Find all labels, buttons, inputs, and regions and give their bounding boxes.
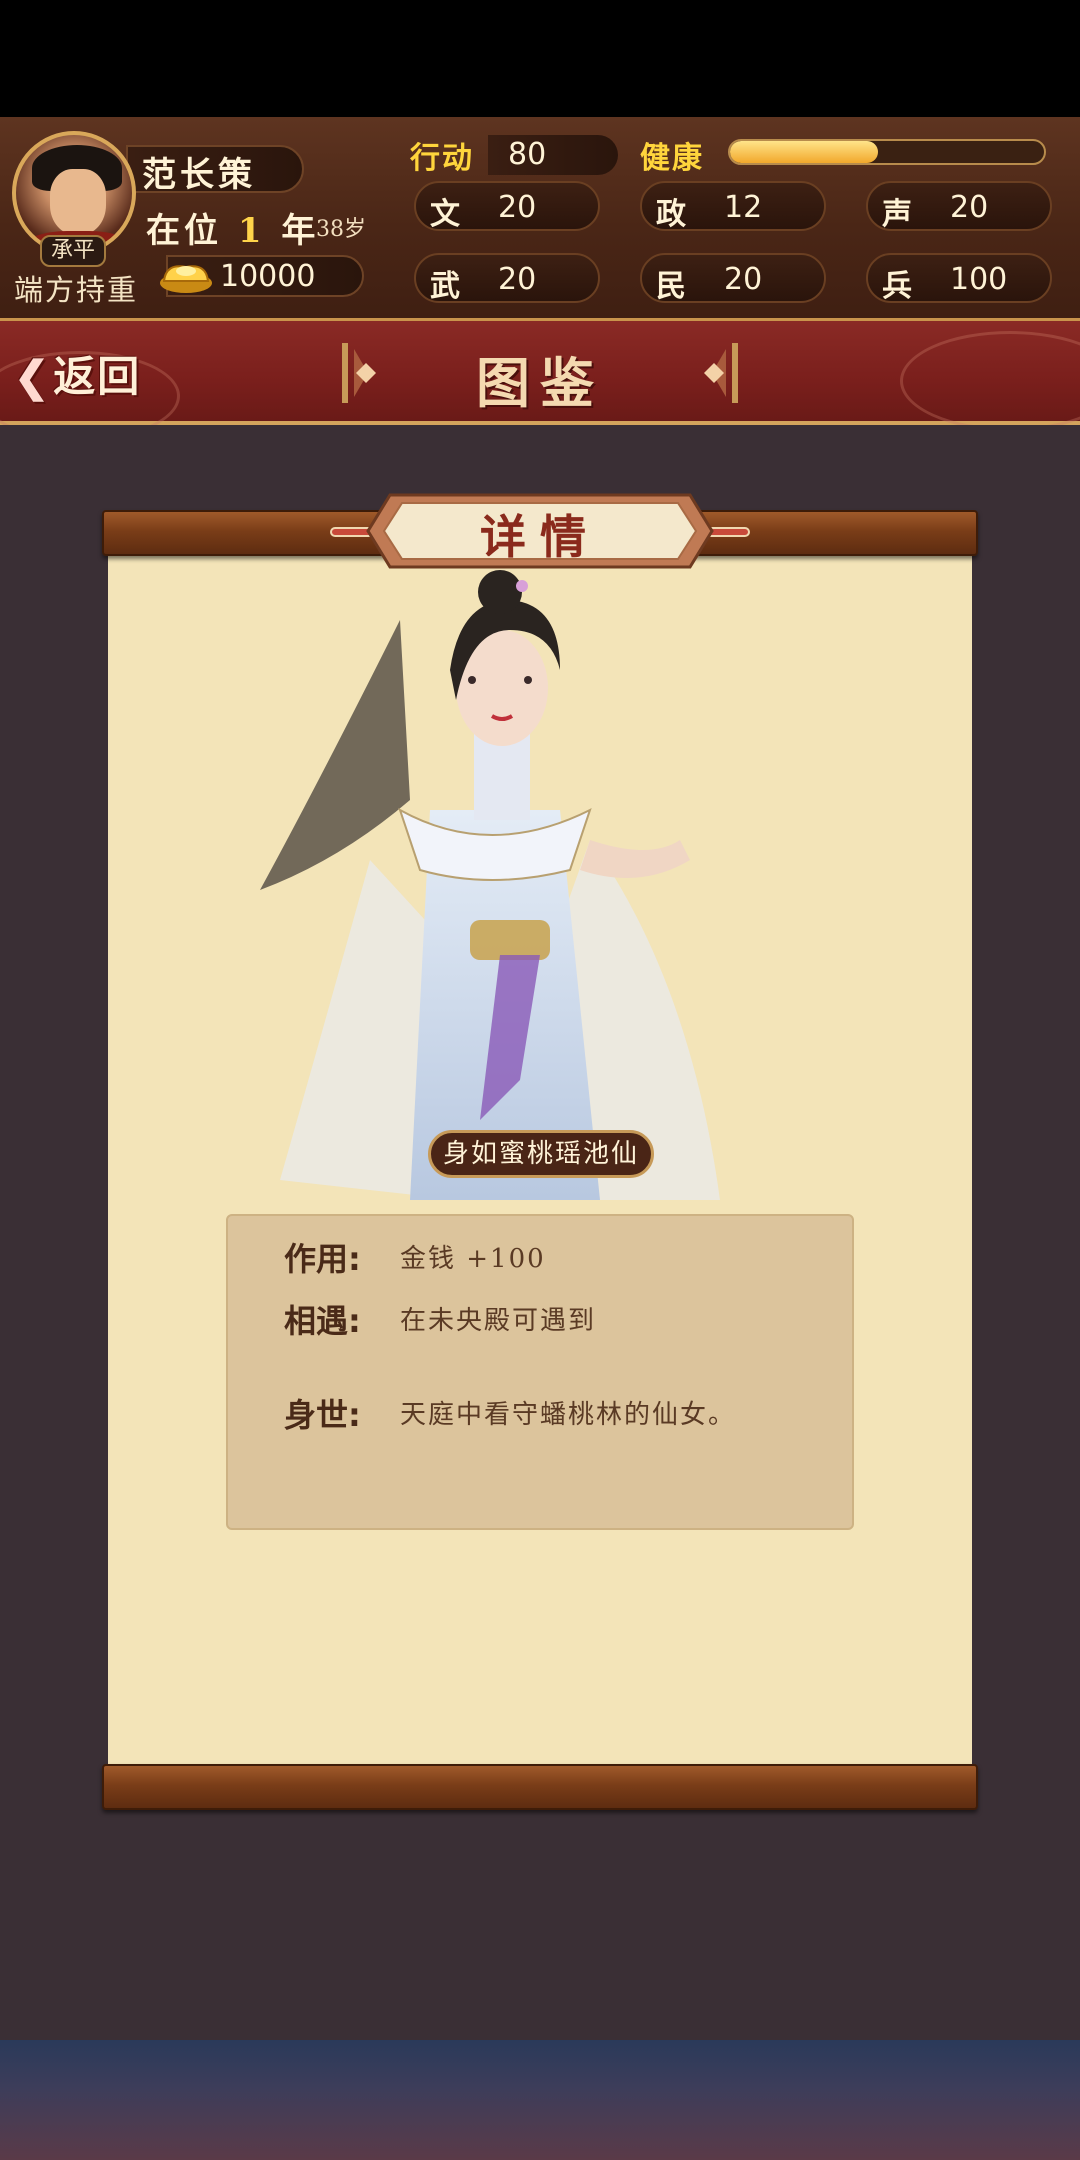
stat-politics: 政 12 <box>640 181 826 232</box>
detail-header-title: 详情 <box>480 510 600 564</box>
back-button[interactable]: ❮返回 <box>14 343 164 403</box>
background-label: 身世: <box>284 1396 361 1434</box>
left-bracket-ornament <box>342 343 376 403</box>
system-status-bar <box>0 0 1080 117</box>
detail-info-box: 作用: 金钱 +100 相遇: 在未央殿可遇到 身世: 天庭中看守蟠桃林的仙女。 <box>226 1214 854 1530</box>
health-bar-fill <box>730 141 878 163</box>
gold-amount: 10000 <box>220 259 316 294</box>
player-age: 38岁 <box>316 217 366 242</box>
reign-duration: 在位 1 年 <box>146 211 320 251</box>
character-illustration <box>260 570 720 1200</box>
stat-reputation: 声 20 <box>866 181 1052 232</box>
chevron-left-icon: ❮ <box>14 352 52 401</box>
player-name: 范长策 <box>142 155 256 195</box>
back-label: 返回 <box>53 352 142 401</box>
stat-literature: 文 20 <box>414 181 600 232</box>
health-bar <box>728 139 1046 165</box>
gold-ingot-icon <box>160 265 212 293</box>
health-label: 健康 <box>640 141 704 176</box>
player-stats-header: 承平 端方持重 范长策 在位 1 年 38岁 10000 行动 80 健康 文2… <box>0 117 1080 321</box>
background-scene-strip <box>0 2040 1080 2160</box>
scroll-rod-bottom <box>102 1764 978 1810</box>
background-value: 天庭中看守蟠桃林的仙女。 <box>400 1400 737 1430</box>
right-bracket-ornament <box>704 343 738 403</box>
nav-bar: ❮返回 图鉴 <box>0 321 1080 441</box>
stat-troops: 兵 100 <box>866 253 1052 304</box>
player-trait: 端方持重 <box>14 273 139 307</box>
detail-header-plaque: 详情 <box>366 493 714 569</box>
action-value: 80 <box>508 137 547 172</box>
effect-value: 金钱 +100 <box>400 1244 546 1274</box>
encounter-label: 相遇: <box>284 1302 361 1340</box>
action-label: 行动 <box>410 141 474 176</box>
page-title: 图鉴 <box>476 351 604 415</box>
reign-years: 1 <box>237 211 266 251</box>
stat-people: 民 20 <box>640 253 826 304</box>
cloud-ornament <box>900 331 1080 431</box>
encounter-value: 在未央殿可遇到 <box>400 1306 597 1336</box>
stat-martial: 武 20 <box>414 253 600 304</box>
era-title-badge: 承平 <box>40 235 106 267</box>
character-name-tag: 身如蜜桃瑶池仙 <box>428 1130 654 1178</box>
effect-label: 作用: <box>284 1240 361 1278</box>
